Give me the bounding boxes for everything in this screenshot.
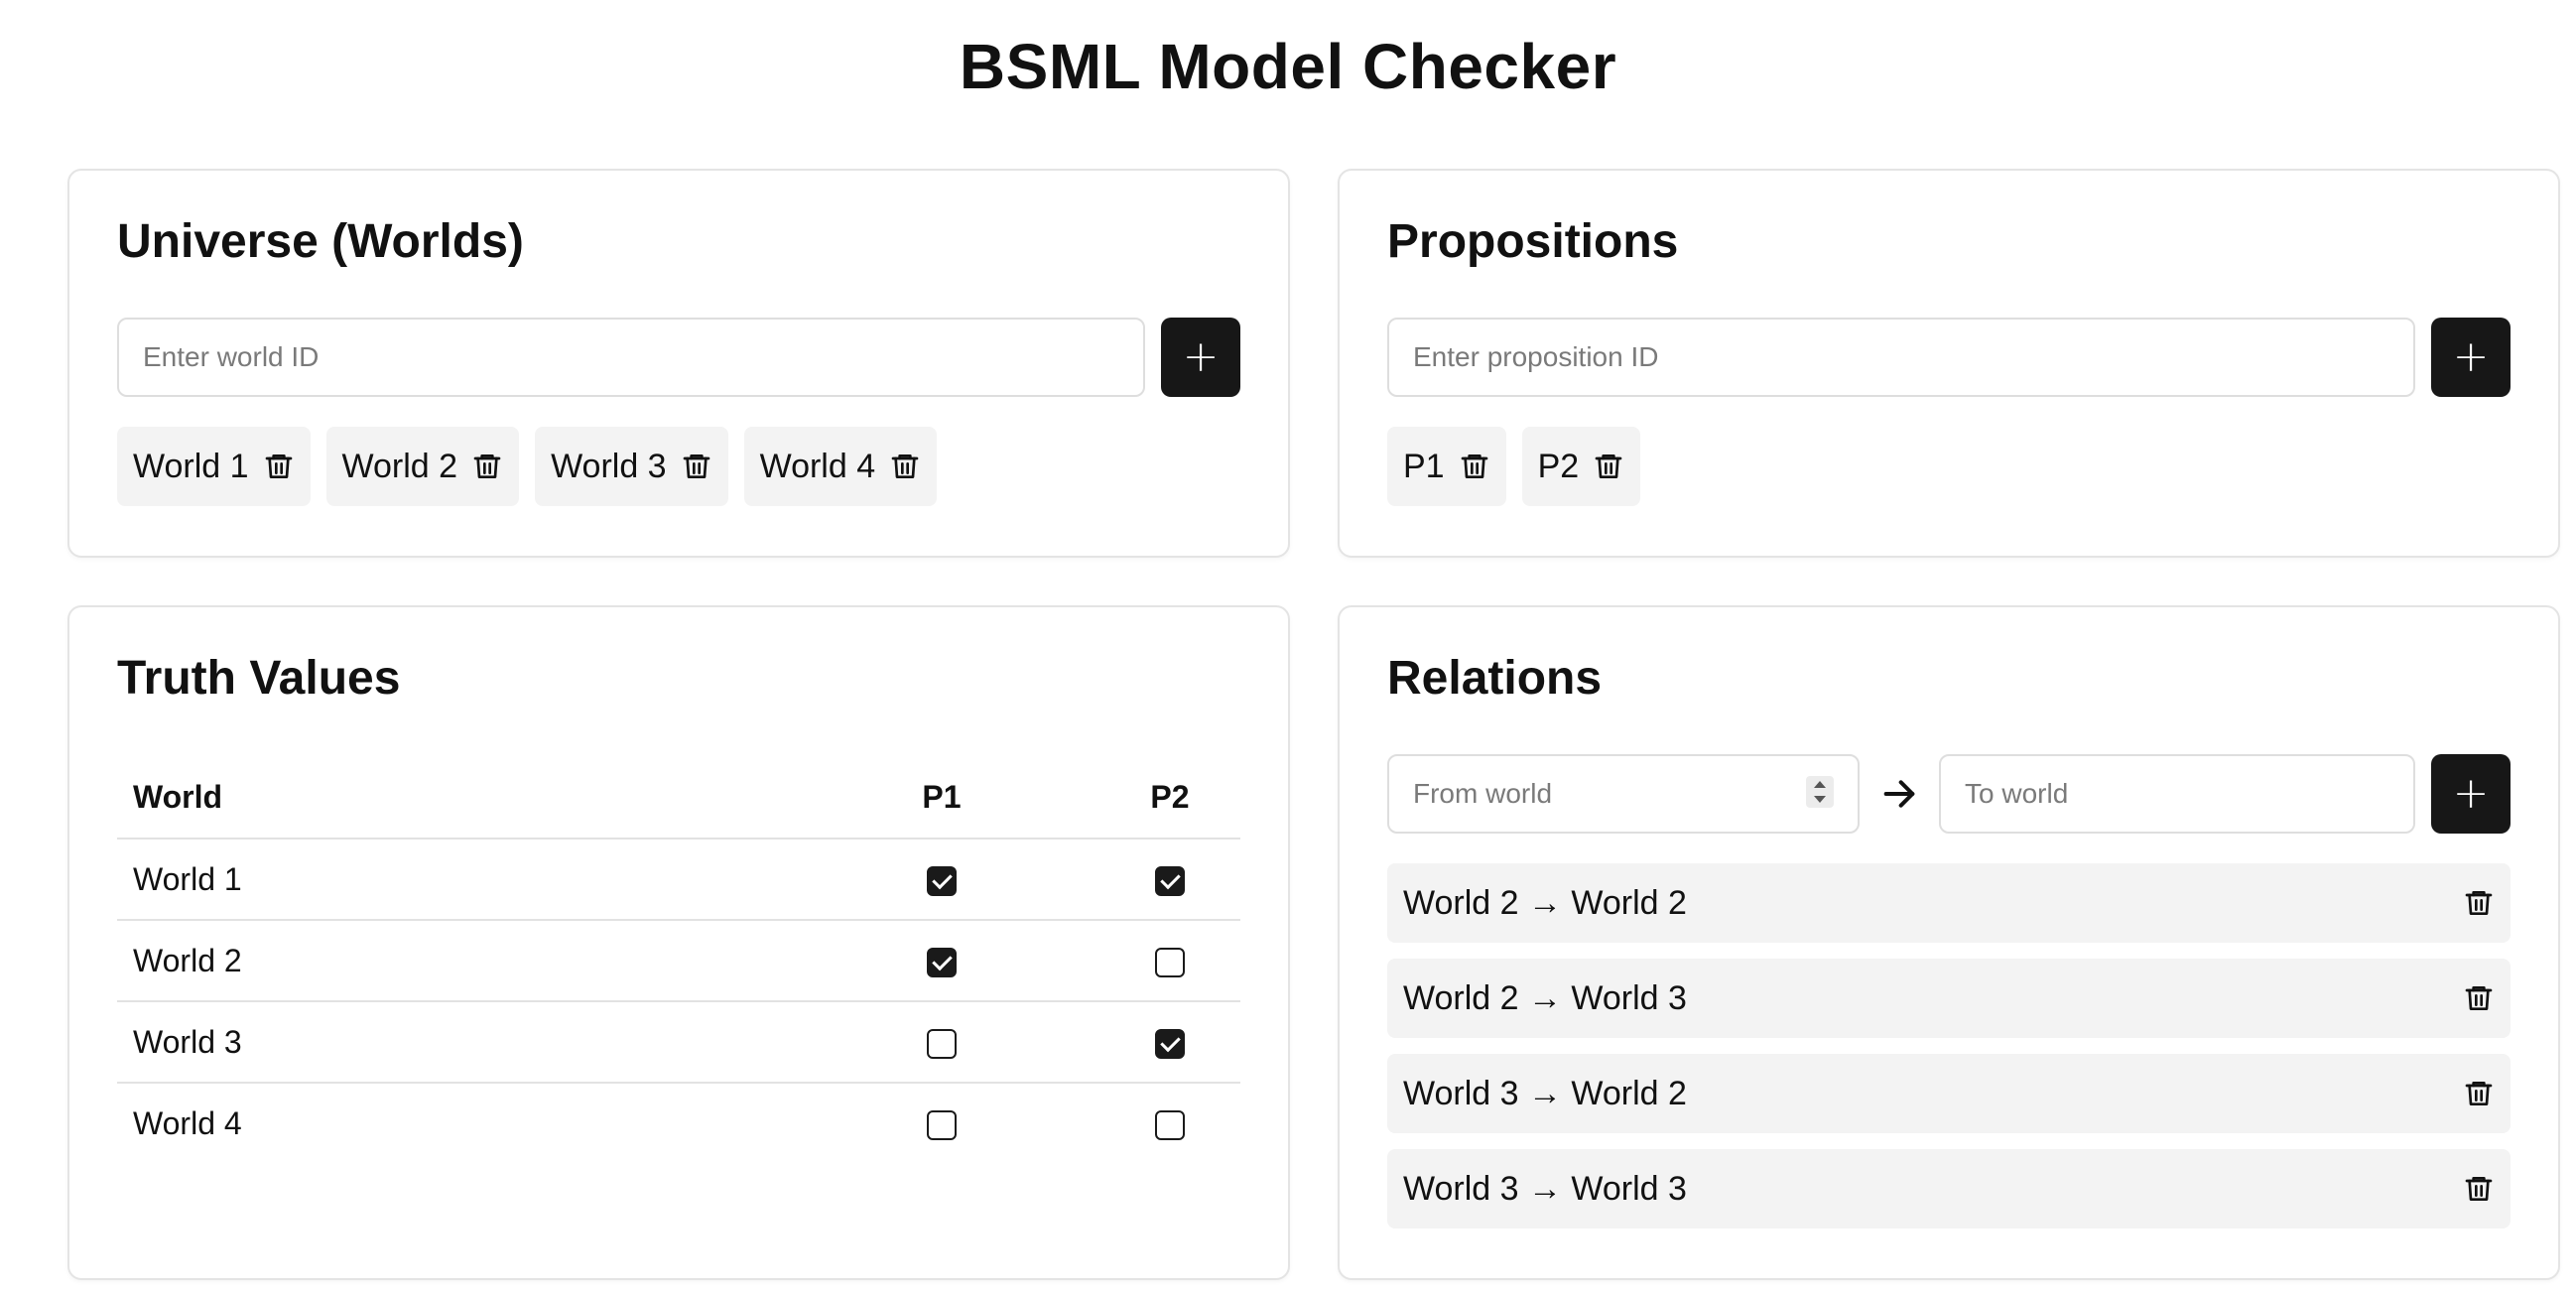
worlds-card-title: Universe (Worlds) [117, 215, 524, 268]
proposition-chip: P1 [1387, 427, 1506, 506]
relation-label: World 2 → World 2 [1403, 883, 1687, 922]
add-relation-button[interactable]: + [2431, 754, 2511, 834]
proposition-chip: P2 [1521, 427, 1641, 506]
table-row: World 1 [117, 839, 1240, 921]
column-header-world: World [117, 756, 784, 840]
truth-cell-p2 [1099, 920, 1240, 1002]
trash-icon[interactable] [681, 451, 712, 482]
world-chip: World 3 [535, 427, 728, 506]
truth-checkbox-p1[interactable] [927, 1110, 957, 1141]
truth-table-header: World P1 P2 [117, 756, 1240, 840]
relation-item: World 2 → World 3 [1387, 959, 2511, 1038]
propositions-card: Propositions + P1 P2 [1338, 169, 2560, 558]
relation-item: World 2 → World 2 [1387, 863, 2511, 943]
world-name-cell: World 2 [117, 920, 784, 1002]
truth-cell-p2 [1099, 1001, 1240, 1084]
table-row: World 3 [117, 1001, 1240, 1084]
truth-values-card: Truth Values World P1 P2 World 1 World 2W… [67, 605, 1290, 1280]
table-row: World 2 [117, 920, 1240, 1002]
table-row: World 4 [117, 1083, 1240, 1163]
world-name-cell: World 4 [133, 1104, 242, 1141]
propositions-card-title: Propositions [1387, 215, 1679, 268]
truth-cell-p2 [1099, 1083, 1240, 1163]
relation-item: World 3 → World 2 [1387, 1054, 2511, 1133]
relation-item: World 3 → World 3 [1387, 1149, 2511, 1229]
relation-label: World 2 → World 3 [1403, 978, 1687, 1017]
truth-cell-p2 [1099, 839, 1240, 921]
world-chip-label: World 2 [341, 447, 458, 485]
world-chip: World 1 [117, 427, 311, 506]
world-chip: World 2 [325, 427, 520, 506]
world-chip-label: World 1 [133, 447, 249, 485]
truth-checkbox-p2[interactable] [1155, 948, 1185, 978]
truth-cell-p1 [784, 1083, 1099, 1163]
truth-table: World P1 P2 World 1 World 2 World 3 World 4 [117, 756, 1240, 1163]
truth-checkbox-p2[interactable] [1155, 866, 1185, 897]
trash-icon[interactable] [263, 451, 295, 482]
proposition-chip-label: P1 [1403, 447, 1445, 485]
from-world-input[interactable] [1387, 754, 1860, 834]
trash-icon[interactable] [1593, 451, 1624, 482]
page-title: BSML Model Checker [959, 31, 1617, 102]
spinner-icon[interactable] [1806, 776, 1834, 808]
world-chip-list: World 1 World 2 World 3 World 4 [117, 427, 953, 506]
truth-cell-p1 [784, 1001, 1099, 1084]
add-proposition-button[interactable]: + [2431, 318, 2511, 397]
trash-icon[interactable] [2463, 982, 2495, 1014]
proposition-id-input[interactable] [1387, 318, 2415, 397]
world-chip-label: World 3 [551, 447, 667, 485]
truth-checkbox-p1[interactable] [927, 866, 957, 897]
plus-icon: + [2452, 331, 2490, 382]
trash-icon[interactable] [2463, 887, 2495, 919]
trash-icon[interactable] [2463, 1078, 2495, 1109]
truth-checkbox-p2[interactable] [1155, 1110, 1185, 1141]
from-world-select[interactable] [1387, 754, 1860, 834]
world-id-input[interactable] [117, 318, 1145, 397]
truth-cell-p1 [784, 839, 1099, 921]
truth-checkbox-p1[interactable] [927, 948, 957, 978]
truth-checkbox-p1[interactable] [927, 1029, 957, 1060]
truth-checkbox-p2[interactable] [1155, 1029, 1185, 1060]
plus-icon: + [2452, 768, 2490, 819]
truth-cell-p1 [784, 920, 1099, 1002]
plus-icon: + [1182, 331, 1220, 382]
column-header-p2: P2 [1099, 756, 1240, 840]
relation-label: World 3 → World 2 [1403, 1074, 1687, 1112]
world-name-cell: World 1 [117, 839, 784, 921]
proposition-chip-list: P1 P2 [1387, 427, 1656, 506]
trash-icon[interactable] [1459, 451, 1490, 482]
trash-icon[interactable] [889, 451, 921, 482]
relation-label: World 3 → World 3 [1403, 1169, 1687, 1208]
worlds-card: Universe (Worlds) + World 1 World 2 Worl… [67, 169, 1290, 558]
to-world-input[interactable] [1939, 754, 2415, 834]
world-chip: World 4 [743, 427, 938, 506]
world-chip-label: World 4 [759, 447, 876, 485]
proposition-chip-label: P2 [1537, 447, 1580, 485]
truth-values-card-title: Truth Values [117, 652, 401, 705]
world-name-cell: World 3 [117, 1001, 784, 1084]
add-world-button[interactable]: + [1161, 318, 1240, 397]
relations-card-title: Relations [1387, 652, 1603, 705]
trash-icon[interactable] [471, 451, 503, 482]
arrow-right-icon [1879, 774, 1919, 814]
relations-card: Relations + World 2 → World 2 World 2 → W… [1338, 605, 2560, 1280]
column-header-p1: P1 [784, 756, 1099, 840]
trash-icon[interactable] [2463, 1173, 2495, 1205]
